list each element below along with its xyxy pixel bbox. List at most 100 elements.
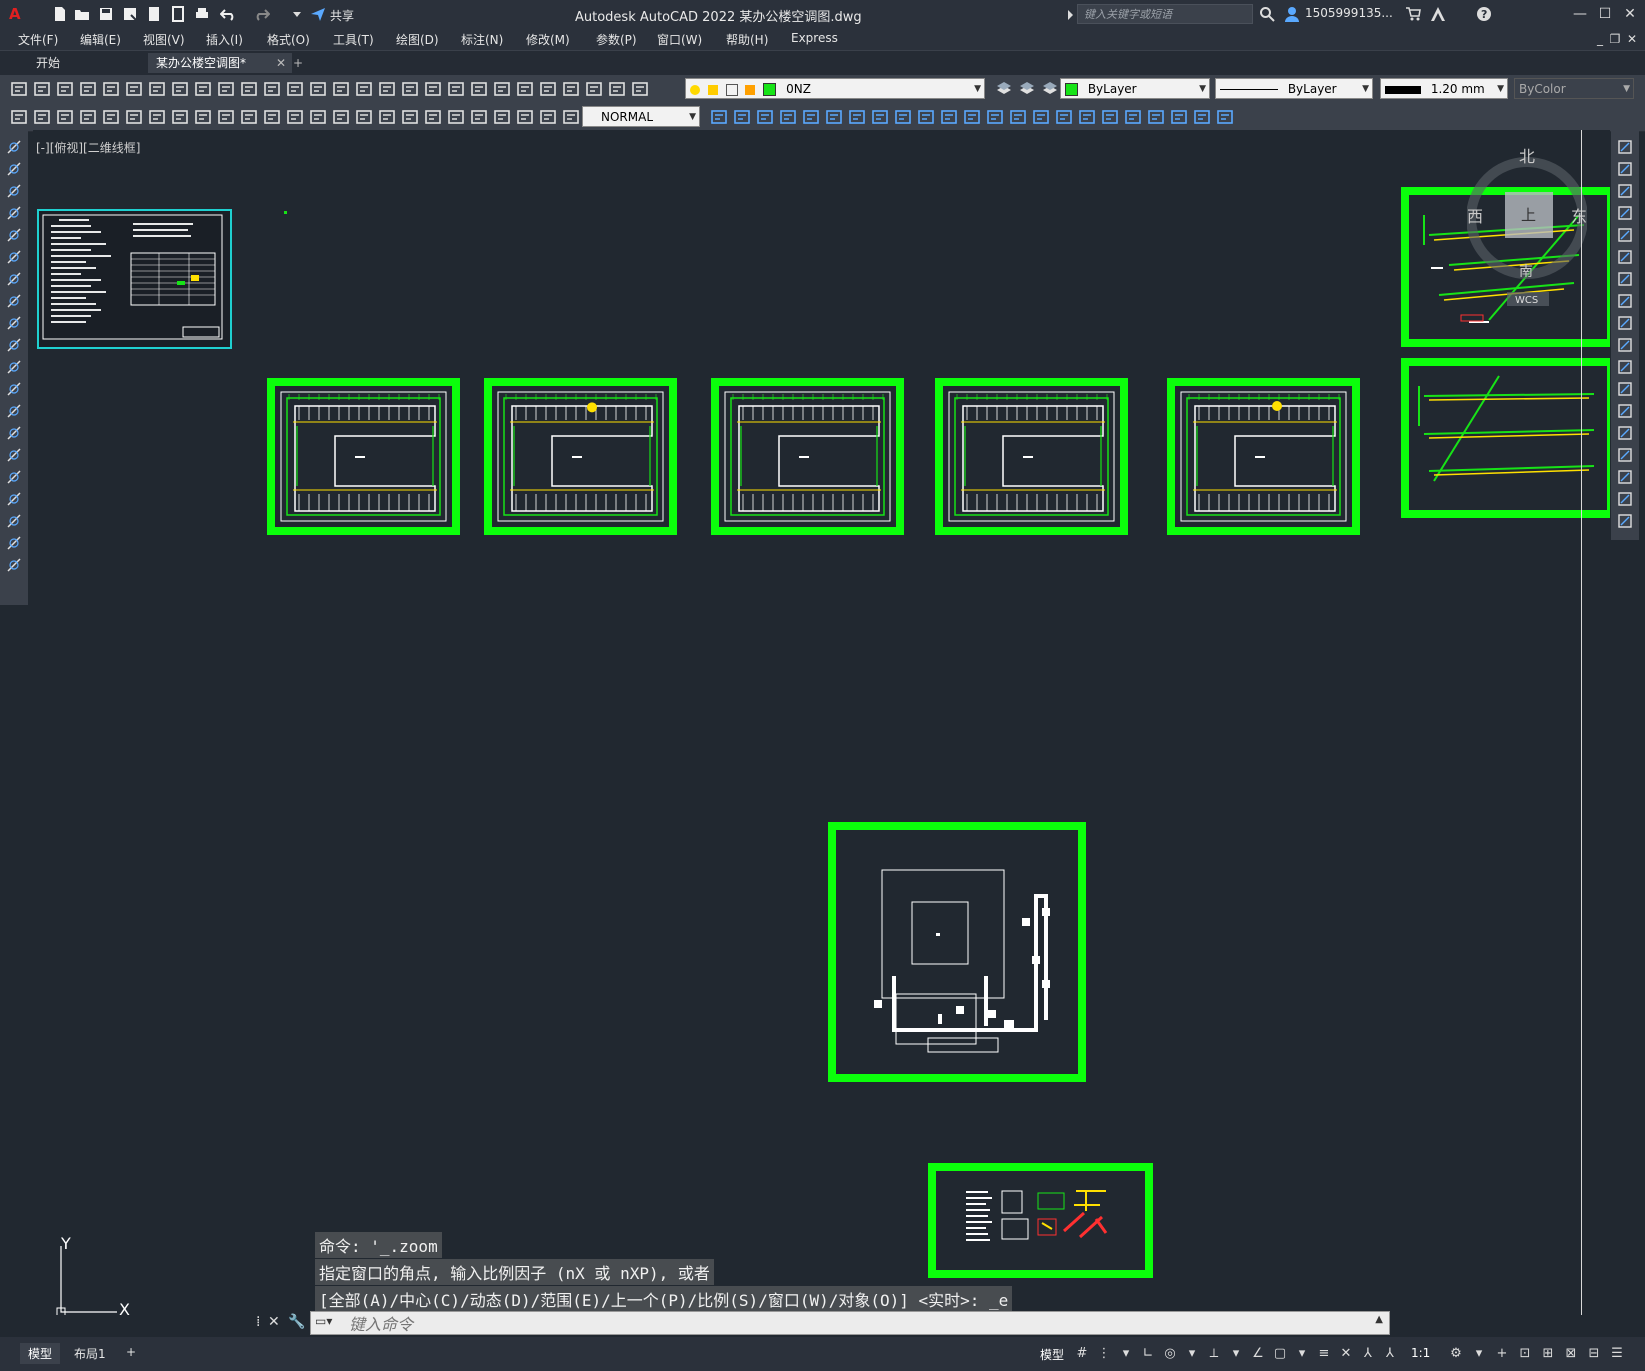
jogged-linear-icon[interactable]	[378, 108, 396, 126]
zoom-window-icon[interactable]	[332, 80, 350, 98]
break-icon[interactable]	[1616, 402, 1634, 420]
insert-block-icon[interactable]	[5, 380, 23, 398]
help-search-input[interactable]: 键入关键字或短语	[1077, 4, 1253, 24]
spline-icon[interactable]	[5, 314, 23, 332]
aligned-dim-icon[interactable]	[516, 108, 534, 126]
angular-dim-icon[interactable]	[171, 108, 189, 126]
aligned-dim-icon[interactable]	[33, 108, 51, 126]
move-icon[interactable]	[1616, 248, 1634, 266]
chevron-right-icon[interactable]	[1062, 7, 1073, 23]
ordinate-dim-icon[interactable]	[562, 108, 580, 126]
save-icon[interactable]	[98, 6, 114, 22]
customization-menu-icon[interactable]: ☰	[1608, 1345, 1626, 1363]
workspace-gear-icon[interactable]: ⚙	[1447, 1345, 1465, 1363]
solid-icon[interactable]	[1216, 108, 1234, 126]
viewport-controls[interactable]: [-][俯视][二维线框]	[36, 139, 140, 156]
erase-icon[interactable]	[1616, 138, 1634, 156]
dim-style-icon[interactable]	[470, 108, 488, 126]
search-icon[interactable]	[1259, 6, 1275, 22]
autoscale-icon[interactable]: ⅄	[1359, 1345, 1377, 1363]
arc-icon[interactable]	[5, 248, 23, 266]
make-block-icon[interactable]	[5, 402, 23, 420]
copy-object-icon[interactable]	[1616, 160, 1634, 178]
new-file-icon[interactable]	[52, 6, 68, 22]
light-icon[interactable]	[1055, 108, 1073, 126]
command-input[interactable]	[347, 1312, 1381, 1336]
maximize-button[interactable]: ☐	[1595, 4, 1615, 24]
ortho-icon[interactable]: ∟	[1139, 1345, 1157, 1363]
annotation-scale[interactable]: 1:1	[1411, 1346, 1430, 1360]
tab-start[interactable]: 开始	[28, 53, 68, 73]
blend-curves-icon[interactable]	[1616, 490, 1634, 508]
export-icon[interactable]	[170, 6, 186, 22]
drawing-canvas[interactable]: [-][俯视][二维线框] 北 西 东 南 上 WCS Y X 命令: '_.z…	[33, 130, 1610, 1315]
menu-express[interactable]: Express	[791, 31, 838, 45]
linear-dim-icon[interactable]	[493, 108, 511, 126]
quick-properties-icon[interactable]: ⊞	[1539, 1345, 1557, 1363]
text-style-dropdown[interactable]: NORMAL ▼	[582, 106, 700, 127]
grip-icon[interactable]: ⁞	[256, 1314, 260, 1330]
help-icon[interactable]	[493, 80, 511, 98]
union-icon[interactable]	[779, 108, 797, 126]
layer-dropdown[interactable]: 0NZ ▼	[685, 78, 985, 99]
array-icon[interactable]	[1616, 226, 1634, 244]
sheet-set-icon[interactable]	[424, 80, 442, 98]
floor-plan-frame-3[interactable]	[711, 378, 914, 535]
undo-icon[interactable]	[219, 6, 236, 22]
tool-palette-icon[interactable]	[401, 80, 419, 98]
baseline-dim-icon[interactable]	[217, 108, 235, 126]
box-icon[interactable]	[733, 108, 751, 126]
snap-dropdown-icon[interactable]: ▾	[1117, 1345, 1135, 1363]
scale-icon[interactable]	[1616, 292, 1634, 310]
paste-icon[interactable]	[194, 80, 212, 98]
radius-dim-icon[interactable]	[102, 108, 120, 126]
new-tab-button[interactable]: +	[285, 53, 311, 73]
autodesk-a360-icon[interactable]	[1430, 6, 1446, 22]
plot-icon[interactable]	[79, 80, 97, 98]
fillet-icon[interactable]	[1616, 468, 1634, 486]
diameter-dim-icon[interactable]	[148, 108, 166, 126]
grid-icon[interactable]: #	[1073, 1345, 1091, 1363]
join-icon[interactable]	[1616, 424, 1634, 442]
autocad-logo-icon[interactable]: A	[8, 5, 24, 23]
rotate-icon[interactable]	[1616, 270, 1634, 288]
solid-icon[interactable]	[710, 108, 728, 126]
help-icon[interactable]: ?	[1476, 6, 1492, 22]
user-icon[interactable]	[1284, 6, 1300, 22]
rectangle-icon[interactable]	[5, 226, 23, 244]
command-line-controls[interactable]: ⁞ ✕ 🔧	[256, 1314, 306, 1334]
plot-icon[interactable]	[608, 80, 626, 98]
lineweight-icon[interactable]: ≡	[1315, 1345, 1333, 1363]
legend-sheet-frame[interactable]	[928, 1163, 1153, 1278]
new-icon[interactable]	[539, 80, 557, 98]
dim-update-icon[interactable]	[447, 108, 465, 126]
user-name[interactable]: 1505999135...	[1305, 6, 1393, 20]
tab-document[interactable]: 某办公楼空调图* ✕	[148, 53, 292, 73]
region-icon[interactable]	[5, 490, 23, 508]
save-as-icon[interactable]	[122, 6, 138, 22]
space-dim-icon[interactable]	[263, 108, 281, 126]
linear-dim-icon[interactable]	[10, 108, 28, 126]
line-icon[interactable]	[5, 138, 23, 156]
calculator-icon[interactable]	[470, 80, 488, 98]
cylinder-icon[interactable]	[756, 108, 774, 126]
break-dim-icon[interactable]	[286, 108, 304, 126]
qat-dropdown-icon[interactable]	[289, 6, 305, 22]
ordinate-dim-icon[interactable]	[79, 108, 97, 126]
redo-icon[interactable]	[263, 80, 281, 98]
close-command-icon[interactable]: ✕	[268, 1314, 280, 1330]
view-icon[interactable]	[1170, 108, 1188, 126]
cut-icon[interactable]	[148, 80, 166, 98]
menu-view[interactable]: 视图(V)	[143, 31, 185, 48]
trim-icon[interactable]	[1616, 336, 1634, 354]
hatch-icon[interactable]	[5, 446, 23, 464]
center-mark-icon[interactable]	[332, 108, 350, 126]
isolate-objects-icon[interactable]: ⊠	[1562, 1345, 1580, 1363]
jogged-dim-icon[interactable]	[125, 108, 143, 126]
layout-tab-layout1[interactable]: 布局1	[66, 1343, 114, 1364]
model-space-button[interactable]: 模型	[1040, 1346, 1064, 1363]
polar-icon[interactable]: ◎	[1161, 1345, 1179, 1363]
arc-length-icon[interactable]	[56, 108, 74, 126]
properties-icon[interactable]	[355, 80, 373, 98]
copy-icon[interactable]	[171, 80, 189, 98]
